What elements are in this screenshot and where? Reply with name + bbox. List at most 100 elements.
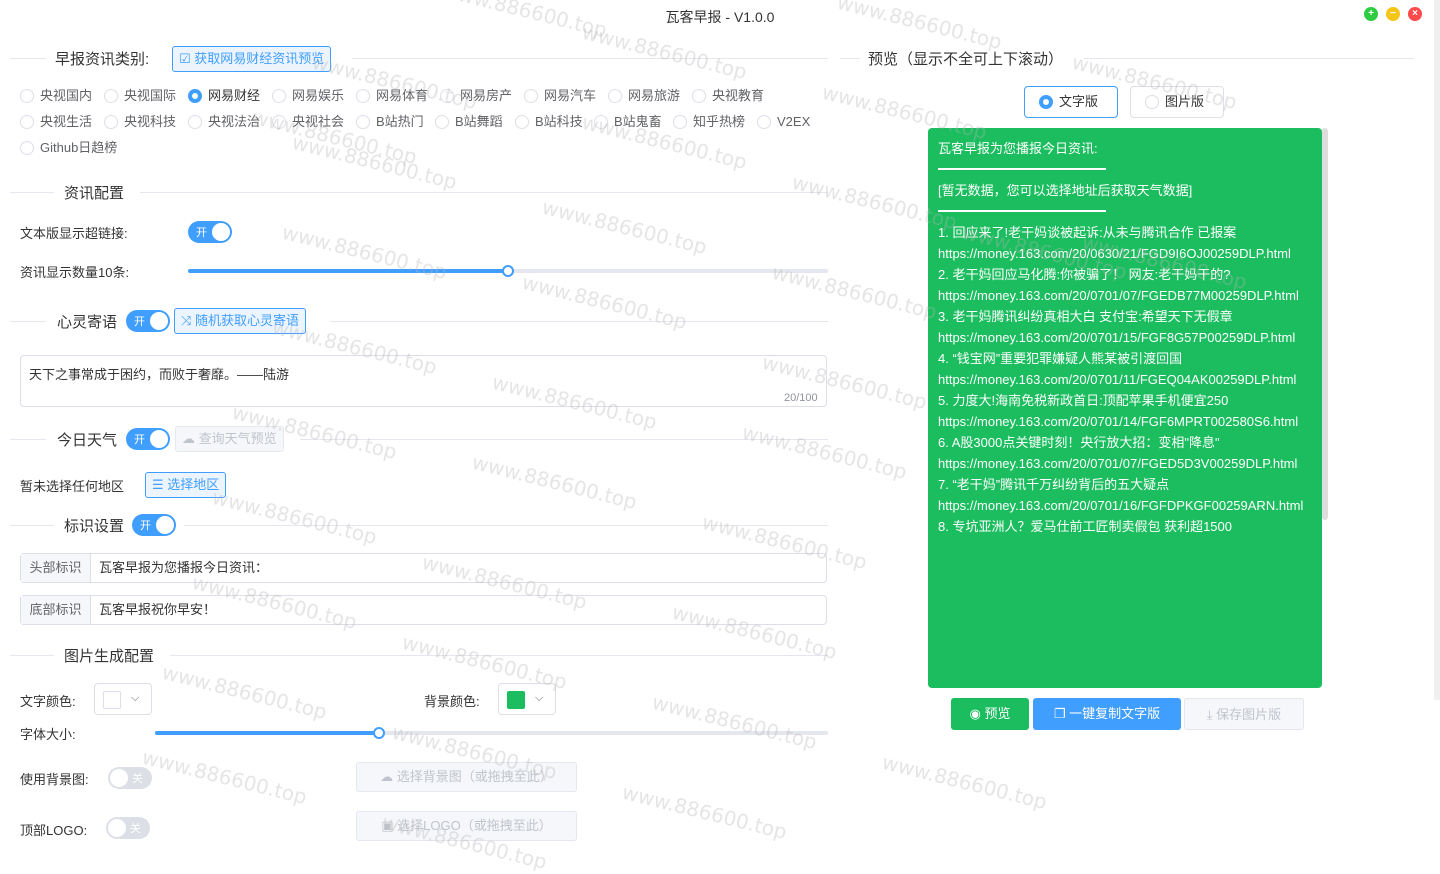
upload-icon: ☁ — [380, 769, 394, 784]
bg-color-picker[interactable]: ⌵ — [498, 683, 556, 715]
weather-preview-button[interactable]: ☁ 查询天气预览 — [175, 426, 284, 452]
news-line: https://money.163.com/20/0701/15/FGF8G57… — [938, 330, 1296, 345]
text-color-picker[interactable]: ⌵ — [94, 683, 152, 715]
maximize-icon[interactable]: + — [1364, 7, 1378, 21]
category-radio-option[interactable]: 央视教育 — [692, 88, 764, 104]
watermark-text: www.886600.top — [879, 749, 1050, 815]
top-logo-switch[interactable]: 关 — [106, 817, 150, 839]
switch-label: 开 — [134, 434, 145, 446]
radio-icon — [515, 115, 529, 129]
use-bg-switch[interactable]: 关 — [108, 767, 152, 789]
divider — [938, 168, 1106, 170]
news-line: 4. “钱宝网”重要犯罪嫌疑人熊某被引渡回国 — [938, 351, 1183, 366]
count-slider-handle[interactable] — [502, 265, 514, 277]
shuffle-icon: ⤨ — [181, 313, 192, 328]
divider — [352, 58, 828, 59]
select-bg-button[interactable]: ☁ 选择背景图（或拖拽至此） — [356, 762, 577, 792]
news-line: https://money.163.com/20/0701/16/FGFDPKG… — [938, 498, 1304, 513]
radio-icon — [673, 115, 687, 129]
category-radio-option[interactable]: 央视国内 — [20, 88, 92, 104]
radio-icon — [104, 115, 118, 129]
soul-textarea[interactable]: 天下之事常成于困约，而败于奢靡。——陆游 — [20, 355, 827, 407]
category-radio-option[interactable]: 知乎热榜 — [673, 114, 745, 130]
watermark-text: www.886600.top — [139, 744, 310, 810]
select-logo-button[interactable]: ▣ 选择LOGO（或拖拽至此） — [356, 811, 577, 841]
category-radio-option[interactable]: 网易财经 — [188, 88, 260, 104]
divider — [170, 655, 828, 656]
soul-switch[interactable]: 开 — [126, 310, 170, 332]
preview-button[interactable]: ◉ 预览 — [951, 698, 1029, 730]
radio-label: B站舞蹈 — [455, 114, 503, 129]
category-radio-option[interactable]: 央视国际 — [104, 88, 176, 104]
tab-image-label: 图片版 — [1165, 94, 1205, 109]
divider — [300, 439, 828, 440]
preview-scrollbar[interactable] — [1322, 128, 1328, 520]
category-radio-option[interactable]: 网易房产 — [440, 88, 512, 104]
radio-label: 知乎热榜 — [693, 114, 746, 129]
divider — [184, 525, 828, 526]
footer-mark-field[interactable]: 底部标识 瓦客早报祝你早安！ — [20, 595, 827, 625]
divider — [10, 192, 54, 193]
category-radio-option[interactable]: Github日趋榜 — [20, 140, 117, 156]
category-radio-option[interactable]: 央视法治 — [188, 114, 260, 130]
close-icon[interactable]: × — [1408, 7, 1422, 21]
soul-title: 心灵寄语 — [57, 314, 118, 331]
fetch-news-button[interactable]: ☑ 获取网易财经资讯预览 — [172, 46, 332, 72]
category-radio-option[interactable]: 央视生活 — [20, 114, 92, 130]
watermark-text: www.886600.top — [539, 194, 710, 260]
window-scrollbar[interactable] — [1434, 0, 1440, 700]
no-region-text: 暂未选择任何地区 — [20, 479, 125, 494]
count-slider-fill — [188, 269, 508, 273]
category-radio-option[interactable]: B站鬼畜 — [594, 114, 662, 130]
copy-text-button[interactable]: ❐ 一键复制文字版 — [1033, 698, 1181, 730]
radio-icon — [188, 115, 202, 129]
category-radio-option[interactable]: 网易汽车 — [524, 88, 596, 104]
random-soul-button[interactable]: ⤨ 随机获取心灵寄语 — [174, 308, 307, 334]
select-region-button[interactable]: ☰ 选择地区 — [145, 472, 227, 498]
marks-switch[interactable]: 开 — [132, 514, 176, 536]
count-label: 资讯显示数量10条: — [20, 265, 130, 280]
header-mark-field[interactable]: 头部标识 瓦客早报为您播报今日资讯： — [20, 553, 827, 583]
watermark-text: www.886600.top — [739, 419, 910, 485]
download-icon: ⤓ — [1206, 707, 1213, 722]
footer-mark-label: 底部标识 — [21, 596, 91, 624]
category-radio-option[interactable]: 网易体育 — [356, 88, 428, 104]
radio-label: 网易汽车 — [544, 88, 597, 103]
divider — [140, 192, 828, 193]
tab-image-version[interactable]: 图片版 — [1130, 86, 1224, 118]
category-radio-option[interactable]: 网易旅游 — [608, 88, 680, 104]
category-radio-option[interactable]: B站科技 — [515, 114, 583, 130]
radio-icon — [188, 89, 202, 103]
hyperlink-switch[interactable]: 开 — [188, 221, 232, 243]
news-line: 2. 老干妈回应马化腾:你被骗了！ 网友:老干妈干的? — [938, 267, 1231, 282]
use-bg-label: 使用背景图: — [20, 772, 89, 787]
bg-color-label: 背景颜色: — [424, 694, 480, 709]
switch-knob — [150, 430, 168, 448]
tab-text-version[interactable]: 文字版 — [1024, 86, 1118, 118]
category-radio-option[interactable]: 央视社会 — [272, 114, 344, 130]
divider — [10, 321, 46, 322]
hyperlink-label: 文本版显示超链接: — [20, 226, 128, 241]
image-icon: ▣ — [381, 818, 394, 833]
watermark-text: www.886600.top — [649, 689, 820, 755]
category-radio-option[interactable]: B站舞蹈 — [435, 114, 503, 130]
preview-button-label: 预览 — [984, 706, 1011, 721]
category-radio-option[interactable]: 网易娱乐 — [272, 88, 344, 104]
document-icon: ❐ — [1053, 706, 1066, 721]
category-radio-option[interactable]: V2EX — [757, 114, 810, 130]
category-radio-option[interactable]: 央视科技 — [104, 114, 176, 130]
preview-panel[interactable]: 瓦客早报为您播报今日资讯: [暂无数据，您可以选择地址后获取天气数据] 1. 回… — [928, 128, 1322, 688]
watermark-text: www.886600.top — [309, 49, 480, 115]
category-radio-option[interactable]: B站热门 — [356, 114, 424, 130]
radio-icon — [1039, 95, 1053, 109]
news-list: 1. 回应来了!老干妈谈被起诉:从未与腾讯合作 已报案 https://money… — [938, 222, 1312, 537]
divider — [10, 655, 54, 656]
news-line: https://money.163.com/20/0701/07/FGED5D3… — [938, 456, 1298, 471]
radio-icon — [356, 115, 370, 129]
save-image-button[interactable]: ⤓ 保存图片版 — [1184, 698, 1304, 730]
weather-switch[interactable]: 开 — [126, 428, 170, 450]
minimize-icon[interactable]: − — [1386, 7, 1400, 21]
font-size-slider-handle[interactable] — [373, 727, 385, 739]
news-line: 7. “老干妈”腾讯千万纠纷背后的五大疑点 — [938, 477, 1170, 492]
radio-label: 网易房产 — [460, 88, 513, 103]
